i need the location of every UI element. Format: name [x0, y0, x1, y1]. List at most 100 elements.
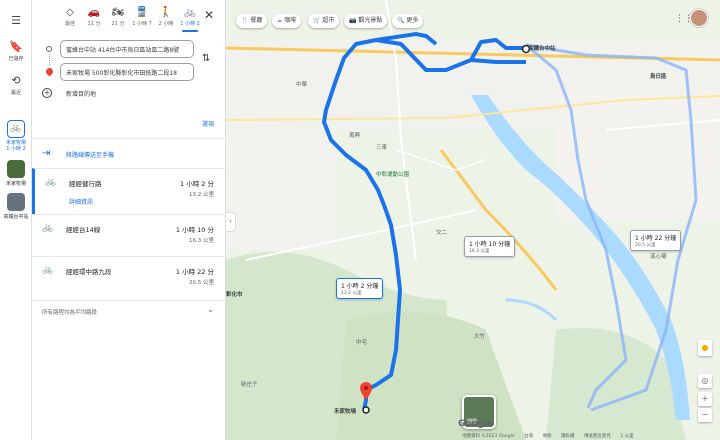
send-to-phone-button[interactable]: ⇥ 將路線傳送至手機	[42, 148, 222, 160]
route-callout-distance: 16.3 公里	[469, 249, 490, 254]
minus-icon: −	[701, 410, 709, 419]
travel-mode-bar: ◇ 最佳 🚗 11 分 🏍 21 分 🚆 1 小時 7 🚶 2 小時 🚲 1 小…	[32, 6, 226, 34]
attribution-text: 地圖資料 ©2023 Google	[462, 434, 515, 439]
recent-label: 最近	[10, 90, 21, 96]
avatar[interactable]	[690, 9, 708, 27]
route-callout-selected[interactable]: 1 小時 2 分鐘 13.2 公里	[336, 278, 384, 299]
route-name: 經經環中路九段	[66, 268, 112, 276]
origin-dot-icon	[46, 46, 52, 52]
route-name: 經經台14線	[66, 226, 101, 234]
location-target-icon: ◎	[701, 376, 709, 385]
mode-best[interactable]: ◇ 最佳	[58, 6, 82, 27]
feedback-link[interactable]: 傳送產品意見	[584, 434, 611, 439]
mode-time: 2 小時	[158, 21, 174, 27]
my-location-button[interactable]: ◎	[698, 374, 712, 388]
saved-label: 已儲存	[8, 56, 24, 62]
mode-time: 11 分	[87, 21, 101, 27]
mode-time: 1 小時 7	[132, 21, 152, 27]
route-callout-alt[interactable]: 1 小時 10 分鐘 16.3 公里	[464, 236, 516, 257]
map-label: 交二	[436, 230, 448, 236]
map-label: 烏日區	[650, 74, 667, 80]
place-thumbnail	[7, 160, 25, 178]
route-distance: 16.3 公里	[189, 238, 214, 244]
routes-footnote[interactable]: 所有路程均為平均路段 ⌄	[32, 300, 226, 320]
saved-button[interactable]: 🔖 已儲存	[0, 41, 32, 63]
add-destination-label: 新增目的地	[66, 91, 97, 98]
chip-more[interactable]: 🔍 更多	[392, 14, 424, 28]
scale-label: 1 公里	[620, 434, 634, 439]
route-option[interactable]: 🚲 經經環中路九段 1 小時 22 分 20.5 公里	[32, 256, 226, 300]
route-dots	[49, 54, 50, 65]
origin-input[interactable]: 蜜蜂台中站 414台中市烏日區站區二路8號	[60, 40, 194, 58]
route-callout-time: 1 小時 22 分鐘	[635, 235, 677, 242]
street-view-pegman-icon[interactable]: ●	[698, 340, 712, 356]
close-directions-button[interactable]: ✕	[204, 8, 214, 22]
route-callout-distance: 20.5 公里	[635, 243, 656, 248]
destination-input[interactable]: 禾家牧場 500彰化縣彰化市田抵路二段18	[60, 63, 194, 81]
chip-coffee[interactable]: ☕ 咖啡	[272, 14, 302, 28]
terms-link[interactable]: 條款	[543, 434, 552, 439]
map-canvas[interactable]: 1 小時 2 分鐘 13.2 公里 1 小時 10 分鐘 16.3 公里 1 小…	[226, 0, 720, 440]
chip-attractions[interactable]: 📷 觀光景點	[344, 14, 388, 28]
chevron-down-icon: ⌄	[207, 305, 214, 314]
rail-recent-active-label: 禾家牧場 1 小時 2	[5, 140, 26, 152]
bicycle-icon: 🚲	[183, 7, 197, 18]
best-route-icon: ◇	[66, 7, 74, 18]
walk-icon: 🚶	[159, 7, 173, 18]
map-label: 新庄子	[241, 382, 258, 388]
route-option[interactable]: 🚲 經經台14線 1 小時 10 分 16.3 公里	[32, 214, 226, 256]
bicycle-icon: 🚲	[7, 120, 25, 138]
rail-recent-label: 高鐵台中站	[3, 214, 29, 220]
map-label: 中彰運動公園	[376, 172, 410, 178]
recent-button[interactable]: ⟲ 最近	[0, 75, 32, 97]
map-background	[226, 0, 720, 440]
directions-panel: ◇ 最佳 🚗 11 分 🏍 21 分 🚆 1 小時 7 🚶 2 小時 🚲 1 小…	[32, 0, 226, 440]
zoom-in-button[interactable]: +	[698, 392, 712, 406]
mode-motorcycle[interactable]: 🏍 21 分	[106, 6, 130, 27]
route-name: 經經健行路	[69, 180, 102, 188]
train-icon: 🚆	[135, 7, 149, 18]
route-details-link[interactable]: 詳細資訊	[69, 197, 93, 206]
stops: 蜜蜂台中站 414台中市烏日區站區二路8號 禾家牧場 500彰化縣彰化市田抵路二…	[32, 36, 226, 86]
mode-drive[interactable]: 🚗 11 分	[82, 6, 106, 27]
bicycle-icon: 🚲	[45, 177, 57, 187]
bicycle-icon: 🚲	[42, 223, 54, 233]
chip-supermarket[interactable]: 🛒 超市	[308, 14, 340, 28]
chip-label: 餐廳	[250, 17, 263, 24]
mode-bicycle[interactable]: 🚲 1 小時 2	[178, 6, 202, 32]
mode-walk[interactable]: 🚶 2 小時	[154, 6, 178, 27]
mode-time: 1 小時 2	[180, 21, 200, 27]
menu-button[interactable]: ☰	[0, 15, 32, 27]
chip-restaurants[interactable]: 🍴 餐廳	[236, 14, 268, 28]
collapse-panel-button[interactable]: ‹	[226, 212, 236, 232]
cart-icon: 🛒	[313, 17, 321, 24]
divider	[32, 137, 226, 140]
route-callout-alt[interactable]: 1 小時 22 分鐘 20.5 公里	[630, 230, 682, 251]
swap-button[interactable]: ⇅	[202, 53, 210, 64]
rail-recent-origin[interactable]: 高鐵台中站	[3, 193, 29, 220]
privacy-link[interactable]: 隱私權	[561, 434, 575, 439]
map-label: 大竹	[474, 334, 486, 340]
car-icon: 🚗	[87, 7, 101, 18]
route-time: 1 小時 2 分	[180, 180, 214, 188]
map-label: 中華	[296, 82, 308, 88]
route-time: 1 小時 10 分	[175, 226, 214, 234]
attribution-text: 台灣	[524, 434, 534, 439]
route-callout-time: 1 小時 2 分鐘	[341, 283, 379, 290]
send-to-phone-icon: ⇥	[42, 148, 51, 159]
chip-label: 觀光景點	[358, 17, 383, 24]
rail-recent-destination[interactable]: 禾家牧場	[3, 160, 29, 187]
route-option[interactable]: 🚲 經經健行路 1 小時 2 分 13.2 公里 詳細資訊	[32, 168, 226, 214]
map-label: 中宅	[356, 340, 368, 346]
rail-recent-active-route[interactable]: 🚲 禾家牧場 1 小時 2	[3, 120, 29, 152]
route-distance: 13.2 公里	[189, 192, 214, 198]
route-callout-time: 1 小時 10 分鐘	[469, 241, 511, 248]
add-destination-button[interactable]: + 新增目的地	[42, 88, 222, 100]
chip-label: 更多	[406, 17, 419, 24]
options-button[interactable]: 選項	[202, 119, 214, 128]
camera-icon: 📷	[349, 17, 357, 24]
chip-label: 超市	[322, 17, 335, 24]
zoom-out-button[interactable]: −	[698, 408, 712, 422]
place-thumbnail	[7, 193, 25, 211]
mode-transit[interactable]: 🚆 1 小時 7	[130, 6, 154, 27]
